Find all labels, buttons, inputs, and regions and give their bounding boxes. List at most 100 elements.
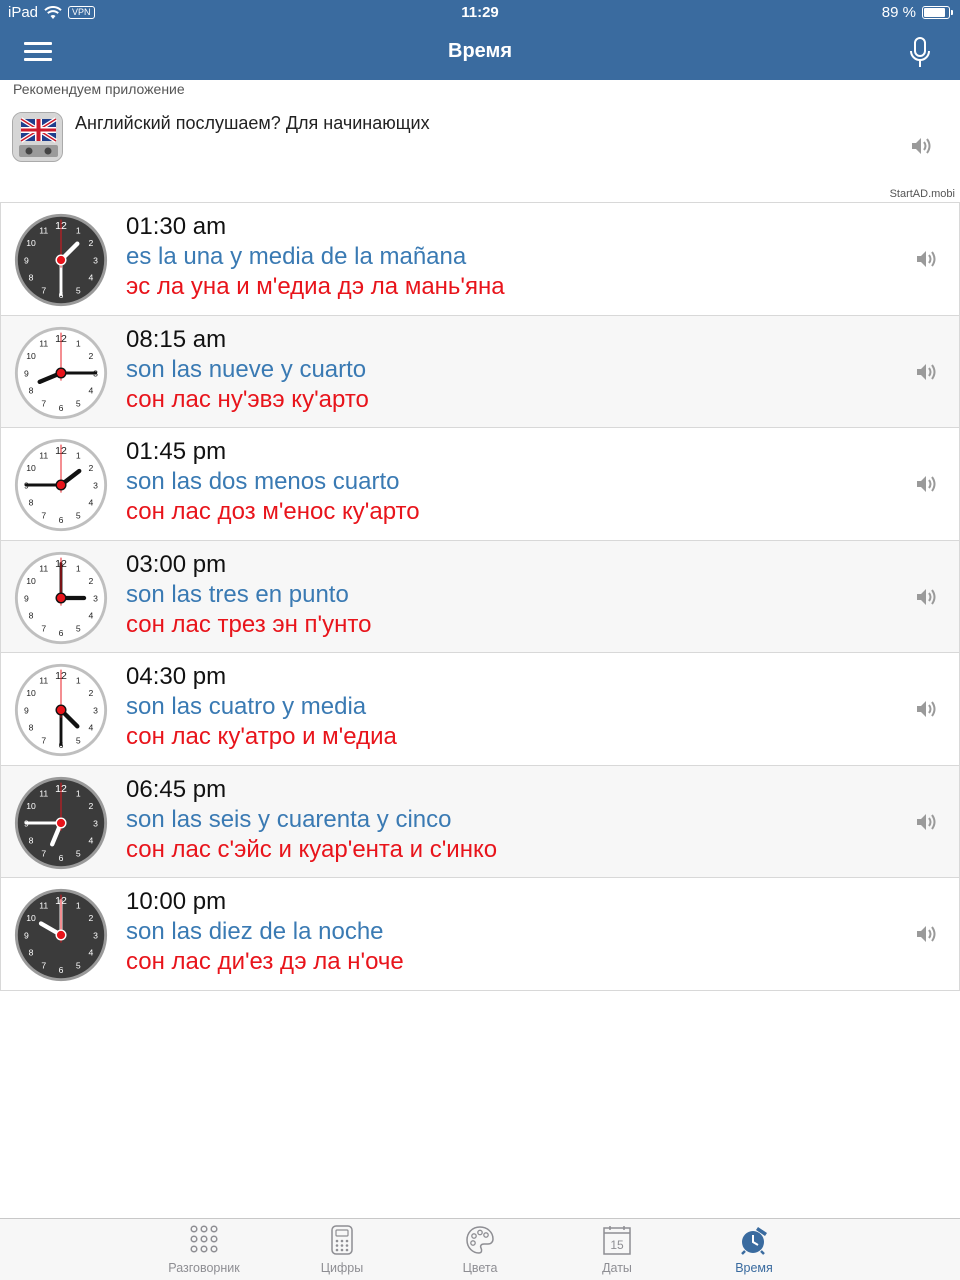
russian-transcription: сон лас ну'эвэ ку'арто (126, 385, 369, 413)
clock-numeral: 8 (29, 610, 34, 620)
speaker-icon[interactable] (915, 812, 937, 832)
tab-colors[interactable]: Цвета (420, 1219, 540, 1280)
microphone-icon[interactable] (908, 36, 932, 70)
clock-center-pin (55, 366, 67, 379)
tab-label: Цифры (320, 1261, 364, 1275)
clock-numeral: 8 (29, 385, 34, 395)
clock-numeral: 2 (89, 351, 94, 361)
clock-numeral: 10 (26, 238, 36, 248)
clock-numeral: 4 (89, 610, 94, 620)
time-row[interactable]: 123456789101112 03:00 pm son las tres en… (0, 540, 960, 653)
clock-numeral: 11 (39, 788, 48, 798)
clock-numeral: 11 (39, 225, 48, 235)
time-value: 08:15 am (126, 325, 227, 353)
tab-label: Цвета (462, 1261, 498, 1275)
clock-numeral: 5 (76, 960, 81, 970)
clock-icon: 123456789101112 (14, 551, 108, 644)
nav-bar: Время (0, 26, 960, 80)
speaker-icon[interactable] (915, 699, 937, 719)
battery-percent: 89 % (881, 4, 916, 21)
clock-numeral: 4 (89, 723, 94, 733)
speaker-icon[interactable] (915, 362, 937, 382)
time-row[interactable]: 123456789101112 04:30 pm son las cuatro … (0, 653, 960, 766)
clock-numeral: 6 (59, 627, 64, 637)
clock-numeral: 7 (41, 848, 46, 858)
page-title: Время (448, 40, 512, 62)
clock-numeral: 1 (76, 675, 81, 685)
speaker-icon[interactable] (915, 924, 937, 944)
clock-numeral: 8 (29, 835, 34, 845)
clock-numeral: 9 (24, 368, 29, 378)
tab-time[interactable]: Время (694, 1219, 814, 1280)
clock-numeral: 1 (76, 900, 81, 910)
hamburger-menu-icon[interactable] (24, 42, 52, 62)
russian-transcription: сон лас трез эн п'унто (126, 610, 372, 638)
clock-numeral: 4 (89, 948, 94, 958)
spanish-phrase: son las nueve y cuarto (126, 355, 367, 383)
time-row[interactable]: 123456789101112 01:30 am es la una y med… (0, 203, 960, 316)
clock-numeral: 6 (59, 852, 64, 862)
clock-numeral: 10 (26, 351, 36, 361)
speaker-icon[interactable] (915, 587, 937, 607)
clock-center-pin (55, 254, 67, 266)
time-value: 04:30 pm (126, 663, 227, 690)
clock-numeral: 7 (41, 960, 46, 970)
clock-numeral: 2 (89, 576, 94, 586)
ad-banner: Рекомендуем приложение Английский послуш… (0, 80, 960, 202)
clock-numeral: 1 (76, 450, 81, 460)
clock-numeral: 1 (76, 225, 81, 235)
speaker-icon[interactable] (915, 474, 937, 494)
ad-app-link[interactable]: Английский послушаем? Для начинающих (12, 110, 932, 164)
clock-numeral: 10 (26, 688, 36, 698)
tab-phrasebook[interactable]: Разговорник (144, 1219, 264, 1280)
clock-numeral: 2 (89, 688, 94, 698)
tab-label: Время (735, 1261, 773, 1275)
speaker-icon[interactable] (910, 136, 932, 156)
numbers-calculator-icon (331, 1225, 353, 1255)
clock-numeral: 8 (29, 498, 34, 508)
clock-icon: 123456789101112 (14, 326, 108, 419)
spanish-phrase: son las diez de la noche (126, 918, 384, 945)
time-row[interactable]: 123456789101112 01:45 pm son las dos men… (0, 428, 960, 541)
time-value: 01:45 pm (126, 438, 227, 465)
clock-numeral: 11 (39, 563, 48, 573)
clock-numeral: 7 (41, 285, 46, 295)
clock-numeral: 7 (41, 623, 46, 633)
time-row[interactable]: 123456789101112 08:15 am son las nueve y… (0, 315, 960, 428)
clock-icon: 123456789101112 (14, 663, 108, 757)
time-value: 01:30 am (126, 213, 227, 240)
clock-numeral: 3 (93, 593, 98, 603)
clock-numeral: 2 (89, 913, 94, 923)
russian-transcription: сон лас ди'ез дэ ла н'оче (126, 948, 404, 975)
clock-numeral: 5 (76, 510, 81, 520)
time-row[interactable]: 123456789101112 06:45 pm son las seis y … (0, 765, 960, 878)
clock-numeral: 9 (24, 593, 29, 603)
spanish-phrase: son las dos menos cuarto (126, 468, 400, 495)
dates-calendar-icon: 15 (603, 1226, 631, 1255)
clock-numeral: 4 (89, 835, 94, 845)
tab-dates[interactable]: 15 Даты (557, 1219, 677, 1280)
russian-transcription: эс ла уна и м'едиа дэ ла мань'яна (126, 273, 505, 300)
clock-numeral: 9 (24, 255, 29, 265)
ad-app-title: Английский послушаем? Для начинающих (75, 113, 430, 133)
ad-app-icon (12, 112, 63, 162)
clock-center-pin (55, 479, 67, 491)
clock-numeral: 3 (93, 930, 98, 940)
clock-numeral: 3 (93, 818, 98, 828)
clock-numeral: 5 (76, 735, 81, 745)
tab-bar: Разговорник Цифры Цвета 15 Даты Время (0, 1218, 960, 1280)
status-bar: iPad VPN 11:29 89 % (0, 0, 960, 26)
clock-numeral: 11 (39, 450, 48, 460)
clock-numeral: 4 (89, 273, 94, 283)
tab-numbers[interactable]: Цифры (282, 1219, 402, 1280)
russian-transcription: сон лас доз м'енос ку'арто (126, 498, 420, 525)
status-time: 11:29 (461, 4, 499, 21)
time-value: 10:00 pm (126, 888, 227, 915)
speaker-icon[interactable] (915, 249, 937, 269)
tab-label: Разговорник (168, 1261, 240, 1275)
time-row[interactable]: 123456789101112 10:00 pm son las diez de… (0, 878, 960, 991)
clock-numeral: 11 (39, 675, 48, 685)
clock-icon: 123456789101112 (14, 213, 108, 307)
clock-numeral: 3 (93, 705, 98, 715)
clock-center-pin (55, 929, 67, 941)
